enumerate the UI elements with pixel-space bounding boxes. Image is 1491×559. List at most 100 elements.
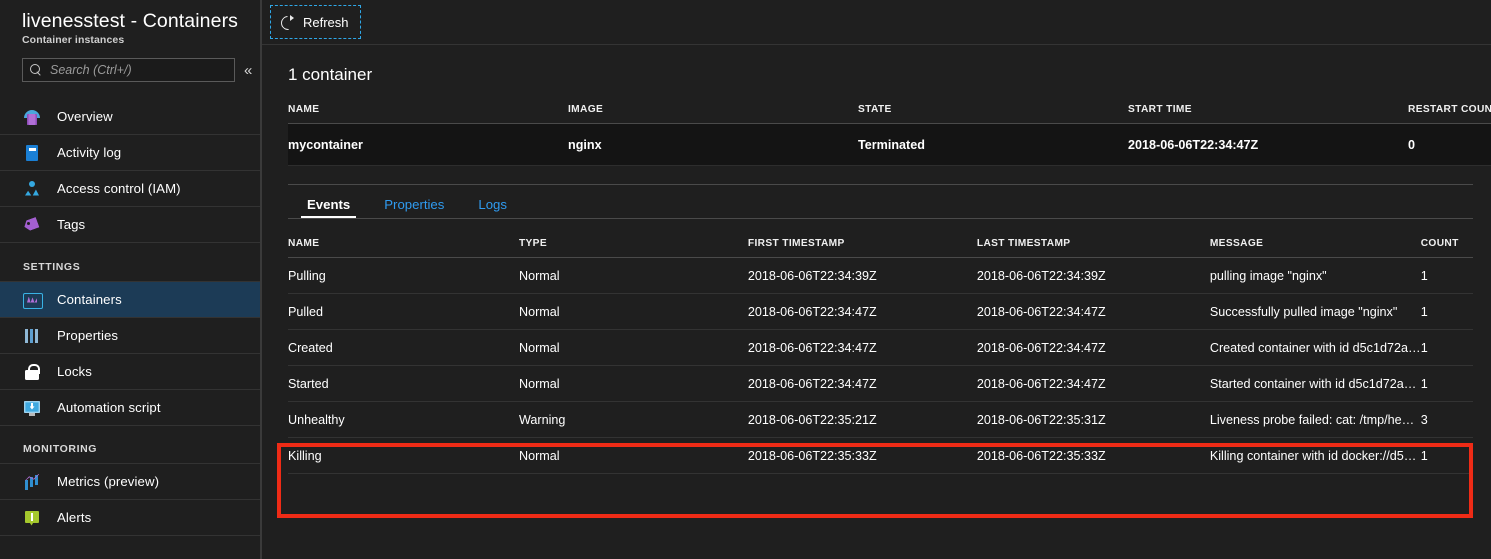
cell-event-type: Normal (518, 365, 748, 402)
sidebar-item-label: Metrics (preview) (57, 474, 160, 489)
cell-event-last-timestamp: 2018-06-06T22:34:39Z (976, 257, 1210, 294)
cell-event-message: Started container with id d5c1d72a3a78..… (1209, 365, 1421, 402)
cell-event-message: Created container with id d5c1d72a3a7... (1209, 329, 1421, 366)
sidebar-item-label: Containers (57, 292, 122, 307)
container-count-heading: 1 container (288, 65, 373, 84)
table-header-row: NAME TYPE FIRST TIMESTAMP LAST TIMESTAMP… (288, 219, 1473, 258)
column-header-image: IMAGE (568, 85, 858, 124)
search-icon (30, 63, 43, 77)
column-header-first-timestamp: FIRST TIMESTAMP (747, 219, 977, 258)
sidebar-item-properties[interactable]: Properties (0, 318, 260, 354)
sidebar-item-overview[interactable]: Overview (0, 99, 260, 135)
cell-event-type: Normal (518, 329, 748, 366)
sidebar-item-activity-log[interactable]: Activity log (0, 135, 260, 171)
blade-left-pane: livenesstest - Containers Container inst… (0, 0, 262, 559)
container-icon (23, 291, 43, 309)
cell-event-last-timestamp: 2018-06-06T22:35:31Z (976, 401, 1210, 438)
cell-event-last-timestamp: 2018-06-06T22:34:47Z (976, 365, 1210, 402)
sidebar-item-label: Activity log (57, 145, 122, 160)
table-row[interactable]: Started Normal 2018-06-06T22:34:47Z 2018… (288, 365, 1473, 402)
cell-container-state: Terminated (858, 123, 1128, 166)
sidebar-item-label: Automation script (57, 400, 161, 415)
sidebar-item-locks[interactable]: Locks (0, 354, 260, 390)
detail-tabs: Events Properties Logs (288, 184, 1473, 219)
alert-icon (23, 509, 41, 527)
cell-event-name: Started (288, 365, 519, 402)
refresh-button[interactable]: Refresh (270, 5, 361, 39)
sidebar-item-label: Locks (57, 364, 92, 379)
cell-event-message: pulling image "nginx" (1209, 257, 1421, 294)
cell-event-type: Normal (518, 293, 748, 330)
cell-event-first-timestamp: 2018-06-06T22:34:47Z (747, 329, 977, 366)
sidebar-section-settings: SETTINGS (0, 243, 260, 282)
table-row[interactable]: Created Normal 2018-06-06T22:34:47Z 2018… (288, 329, 1473, 366)
tab-events[interactable]: Events (300, 198, 357, 219)
sidebar-item-label: Access control (IAM) (57, 181, 181, 196)
cell-container-restart-count: 0 (1408, 123, 1491, 166)
cell-event-type: Warning (518, 401, 748, 438)
azure-portal-blade: livenesstest - Containers Container inst… (0, 0, 1491, 559)
table-row[interactable]: Unhealthy Warning 2018-06-06T22:35:21Z 2… (288, 401, 1473, 438)
page-subtitle: Container instances (22, 34, 125, 46)
column-header-name: NAME (288, 219, 519, 258)
people-icon (23, 180, 41, 198)
sidebar-item-label: Alerts (57, 510, 92, 525)
cell-container-start-time: 2018-06-06T22:34:47Z (1128, 123, 1408, 166)
cell-event-message: Successfully pulled image "nginx" (1209, 293, 1421, 330)
table-row[interactable]: mycontainer nginx Terminated 2018-06-06T… (288, 123, 1491, 166)
column-header-restart-count: RESTART COUNT (1408, 85, 1491, 124)
cell-event-name: Pulling (288, 257, 519, 294)
cell-event-message: Liveness probe failed: cat: /tmp/healthy… (1209, 401, 1421, 438)
table-row[interactable]: Pulled Normal 2018-06-06T22:34:47Z 2018-… (288, 293, 1473, 330)
column-header-state: STATE (858, 85, 1128, 124)
search-box[interactable] (22, 58, 235, 82)
sidebar-item-label: Properties (57, 328, 119, 343)
cell-event-first-timestamp: 2018-06-06T22:35:21Z (747, 401, 977, 438)
cell-container-image: nginx (568, 123, 858, 166)
sidebar-item-label: Overview (57, 109, 113, 124)
sidebar-item-access-control[interactable]: Access control (IAM) (0, 171, 260, 207)
events-table: NAME TYPE FIRST TIMESTAMP LAST TIMESTAMP… (288, 219, 1473, 474)
containers-table: NAME IMAGE STATE START TIME RESTART COUN… (288, 85, 1491, 166)
cell-event-last-timestamp: 2018-06-06T22:34:47Z (976, 293, 1210, 330)
cell-event-count: 1 (1420, 293, 1473, 330)
table-row[interactable]: Killing Normal 2018-06-06T22:35:33Z 2018… (288, 437, 1473, 474)
properties-icon (23, 327, 41, 345)
sidebar-item-alerts[interactable]: Alerts (0, 500, 260, 536)
cell-event-name: Killing (288, 437, 519, 474)
column-header-last-timestamp: LAST TIMESTAMP (976, 219, 1210, 258)
cell-event-name: Created (288, 329, 519, 366)
column-header-name: NAME (288, 85, 568, 124)
cell-event-name: Unhealthy (288, 401, 519, 438)
tag-icon (23, 216, 41, 234)
table-header-row: NAME IMAGE STATE START TIME RESTART COUN… (288, 85, 1491, 124)
column-header-start-time: START TIME (1128, 85, 1408, 124)
cell-event-name: Pulled (288, 293, 519, 330)
blade-content-pane: Refresh 1 container NAME IMAGE STATE STA… (262, 0, 1491, 559)
sidebar-nav: Overview Activity log Access control (IA… (0, 99, 260, 536)
content-area: 1 container NAME IMAGE STATE START TIME … (262, 45, 1491, 474)
sidebar-item-tags[interactable]: Tags (0, 207, 260, 243)
sidebar-item-metrics[interactable]: Metrics (preview) (0, 464, 260, 500)
refresh-button-label: Refresh (303, 14, 349, 30)
cell-event-count: 3 (1420, 401, 1473, 438)
collapse-chevron-icon[interactable]: « (244, 63, 252, 78)
cell-event-first-timestamp: 2018-06-06T22:35:33Z (747, 437, 977, 474)
search-input[interactable] (50, 63, 220, 77)
bar-chart-icon (23, 473, 41, 491)
column-header-type: TYPE (518, 219, 748, 258)
cloud-overview-icon (23, 108, 41, 126)
tab-logs[interactable]: Logs (475, 198, 510, 218)
sidebar-item-label: Tags (57, 217, 86, 232)
sidebar-item-automation-script[interactable]: Automation script (0, 390, 260, 426)
monitor-download-icon (23, 399, 41, 417)
cell-event-count: 1 (1420, 437, 1473, 474)
cell-event-first-timestamp: 2018-06-06T22:34:47Z (747, 365, 977, 402)
page-title: livenesstest - Containers (22, 10, 239, 32)
sidebar-section-monitoring: MONITORING (0, 426, 260, 464)
table-row[interactable]: Pulling Normal 2018-06-06T22:34:39Z 2018… (288, 257, 1473, 294)
sidebar-item-containers[interactable]: Containers (0, 282, 260, 318)
tab-properties[interactable]: Properties (381, 198, 447, 218)
cell-event-message: Killing container with id docker://d5c1d… (1209, 437, 1421, 474)
column-header-count: COUNT (1420, 219, 1473, 258)
